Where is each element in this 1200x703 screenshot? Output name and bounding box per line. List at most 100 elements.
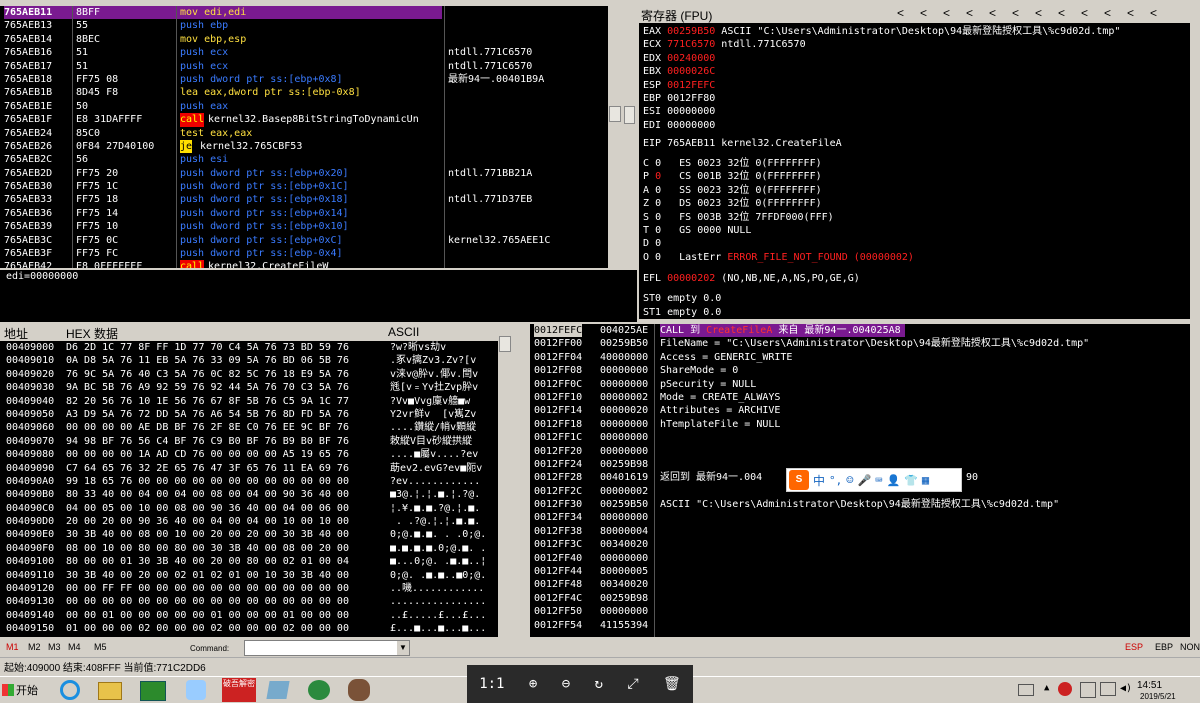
flag-value[interactable]: 0 [655,171,661,182]
flag-value[interactable]: 0 [655,225,661,236]
register-value[interactable]: 0012FF80 [667,93,715,104]
security-tray-icon[interactable] [1058,682,1072,696]
ie-icon[interactable] [60,680,80,700]
register-arrow-button[interactable]: < [912,6,935,20]
stack-row[interactable]: 0012FF40 00000000 [534,552,1186,565]
register-arrow-button[interactable]: < [1050,6,1073,20]
cracker-app-button[interactable]: 破吾解密 [222,678,256,702]
ime-menu-icon[interactable]: ▦ [922,473,929,487]
command-input[interactable]: ▼ [244,640,410,656]
register-value[interactable]: 0000026C [667,66,715,77]
start-button[interactable]: 开始 [2,679,50,701]
disasm-vsplit[interactable] [622,6,637,268]
stack-row[interactable]: 0012FF10 00000002 Mode = CREATE_ALWAYS [534,391,1186,404]
delete-icon[interactable]: 🗑 [663,676,681,692]
ime-toolbar[interactable]: S 中 °, ☺ 🎤 ⌨ 👤 👕 ▦ [786,468,962,492]
register-value[interactable]: 00259B50 [667,26,715,37]
stack-row[interactable]: 0012FF0C 00000000 pSecurity = NULL [534,378,1186,391]
command-none[interactable]: NONE [1180,642,1200,652]
register-row[interactable]: EDX 00240000 [643,52,1120,65]
ime-keyboard-icon[interactable]: ⌨ [875,473,882,487]
register-row[interactable]: EDI 00000000 [643,119,1120,132]
stack-row[interactable]: 0012FF3C 00340020 [534,538,1186,551]
hexdump-row[interactable]: 00409130 00 00 00 00 00 00 00 00 00 00 00… [4,595,498,609]
hexdump-row[interactable]: 00409060 00 00 00 00 AE DB BF 76 2F 8E C0… [4,421,498,435]
disasm-row[interactable]: 765AEB3C FF75 0C push dword ptr ss:[ebp+0x… [0,234,622,247]
stack-row[interactable]: 0012FF34 00000000 [534,511,1186,524]
flag-value[interactable]: 0 [655,212,661,223]
tab-m2[interactable]: M2 [28,642,41,652]
register-value[interactable]: 771C6570 [667,39,715,50]
clock-time[interactable]: 14:51 [1137,680,1162,691]
disasm-row[interactable]: 765AEB16 51 push ecx ntdll.771C6570 [0,46,622,59]
sogou-logo-icon[interactable]: S [789,470,809,490]
actual-size-button[interactable]: 1:1 [479,676,504,692]
register-row[interactable]: EBX 0000026C [643,65,1120,78]
stack-row[interactable]: 0012FF20 00000000 [534,445,1186,458]
flag-row[interactable]: Z 0 DS 0023 32位 0(FFFFFFFF) [643,197,834,210]
register-arrow-button[interactable]: < [1073,6,1096,20]
hexdump-row[interactable]: 00409150 01 00 00 00 02 00 00 00 02 00 00… [4,622,498,636]
tab-m1[interactable]: M1 [6,642,19,652]
flag-value[interactable]: 0 [655,158,661,169]
hexdump-row[interactable]: 00409140 00 00 01 00 00 00 00 00 01 00 00… [4,608,498,623]
flag-row[interactable]: C 0 ES 0023 32位 0(FFFFFFFF) [643,157,834,170]
stack-row[interactable]: 0012FF04 40000000 Access = GENERIC_WRITE [534,351,1186,364]
col-addr[interactable]: 地址 [4,325,28,342]
hexdump-row[interactable]: 004090F0 08 00 10 00 80 00 80 00 30 3B 40… [4,541,498,556]
ime-emoji-icon[interactable]: ☺ [846,473,853,487]
register-row[interactable]: ESP 0012FEFC [643,79,1120,92]
flag-row[interactable]: P 0 CS 001B 32位 0(FFFFFFFF) [643,170,834,183]
disasm-row[interactable]: 765AEB3F FF75 FC push dword ptr ss:[ebp-0x… [0,247,622,260]
stack-row[interactable]: 0012FF4C 00259B98 [534,592,1186,605]
registers-scrollbar[interactable] [1190,23,1200,319]
zoom-in-icon[interactable]: ⊕ [529,676,537,692]
rotate-icon[interactable]: ↻ [595,676,603,692]
disasm-row[interactable]: 765AEB1B 8D45 F8 lea eax,dword ptr ss:[ebp… [0,86,622,99]
stack-scrollbar[interactable] [1190,324,1200,637]
flag-row[interactable]: D 0 [643,237,834,250]
hexdump-row[interactable]: 00409050 A3 D9 5A 76 72 DD 5A 76 A6 54 5B… [4,407,498,422]
hexdump-row[interactable]: 004090E0 30 3B 40 00 08 00 10 00 20 00 20… [4,528,498,542]
disasm-row[interactable]: 765AEB39 FF75 10 push dword ptr ss:[ebp+0x… [0,220,622,233]
command-dropdown-icon[interactable]: ▼ [397,641,409,655]
hexdump-row[interactable]: 00409090 C7 64 65 76 32 2E 65 76 47 3F 65… [4,461,498,475]
hexdump-row[interactable]: 00409110 30 3B 40 00 20 00 02 01 02 01 00… [4,568,498,583]
disasm-row[interactable]: 765AEB30 FF75 1C push dword ptr ss:[ebp+0x… [0,180,622,193]
app-green-icon[interactable] [308,680,330,700]
hexdump-row[interactable]: 00409070 94 98 BF 76 56 C4 BF 76 C9 B0 BF… [4,434,498,449]
stack-row[interactable]: 0012FF38 80000004 [534,525,1186,538]
flag-value[interactable]: 0 [655,185,661,196]
disasm-row[interactable]: 765AEB26 0F84 27D40100 je kernel32.765CBF53 [0,139,622,154]
register-arrow-button[interactable]: < [1027,6,1050,20]
disasm-row[interactable]: 765AEB24 85C0 test eax,eax [0,127,622,140]
stack-pane[interactable]: 0012FEFC 004025AE CALL 到 CreateFileA 来自 最新… [530,324,1190,637]
register-arrow-button[interactable]: < [981,6,1004,20]
register-row[interactable]: EAX 00259B50 ASCII "C:\Users\Administrat… [643,25,1120,38]
hexdump-row[interactable]: 004090B0 80 33 40 00 04 00 04 00 08 00 04… [4,488,498,502]
flag-row[interactable]: T 0 GS 0000 NULL [643,224,834,237]
ime-chinese-mode[interactable]: 中 [813,472,825,489]
register-arrow-button[interactable]: < [1004,6,1027,20]
register-value[interactable]: 00000000 [667,120,715,131]
register-row[interactable]: ESI 00000000 [643,105,1120,118]
disasm-row[interactable]: 765AEB2C 56 push esi [0,153,622,166]
network-tray-icon[interactable] [1080,682,1096,698]
hexdump-row[interactable]: 004090C0 04 00 05 00 10 00 08 00 90 36 40… [4,501,498,516]
hexdump-row[interactable]: 00409080 00 00 00 00 1A AD CD 76 00 00 00… [4,448,498,462]
ime-user-icon[interactable]: 👤 [886,474,900,487]
flag-row[interactable]: A 0 SS 0023 32位 0(FFFFFFFF) [643,184,834,197]
command-ebp[interactable]: EBP [1155,642,1173,652]
crop-icon[interactable]: ⤢ [627,676,638,692]
register-row[interactable]: EBP 0012FF80 [643,92,1120,105]
register-arrow-button[interactable]: < [889,6,912,20]
disasm-row[interactable]: 765AEB1F E8 31DAFFFF call kernel32.Basep8Bi… [0,113,622,127]
hexdump-row[interactable]: 00409000 D6 2D 1C 77 8F FF 1D 77 70 C4 5A… [4,341,498,355]
stack-row[interactable]: 0012FEFC 004025AE CALL 到 CreateFileA 来自 最新… [534,324,1186,338]
disasm-row[interactable]: 765AEB36 FF75 14 push dword ptr ss:[ebp+0x… [0,207,622,220]
disasm-row[interactable]: 765AEB18 FF75 08 push dword ptr ss:[ebp+0x… [0,73,622,86]
app-window-icon[interactable] [140,681,166,701]
disasm-row[interactable]: 765AEB42 E8 0FFFFFFF call kernel32.CreateFi… [0,260,622,268]
disasm-row[interactable]: 765AEB33 FF75 18 push dword ptr ss:[ebp+0x… [0,193,622,206]
register-value[interactable]: 00000000 [667,106,715,117]
